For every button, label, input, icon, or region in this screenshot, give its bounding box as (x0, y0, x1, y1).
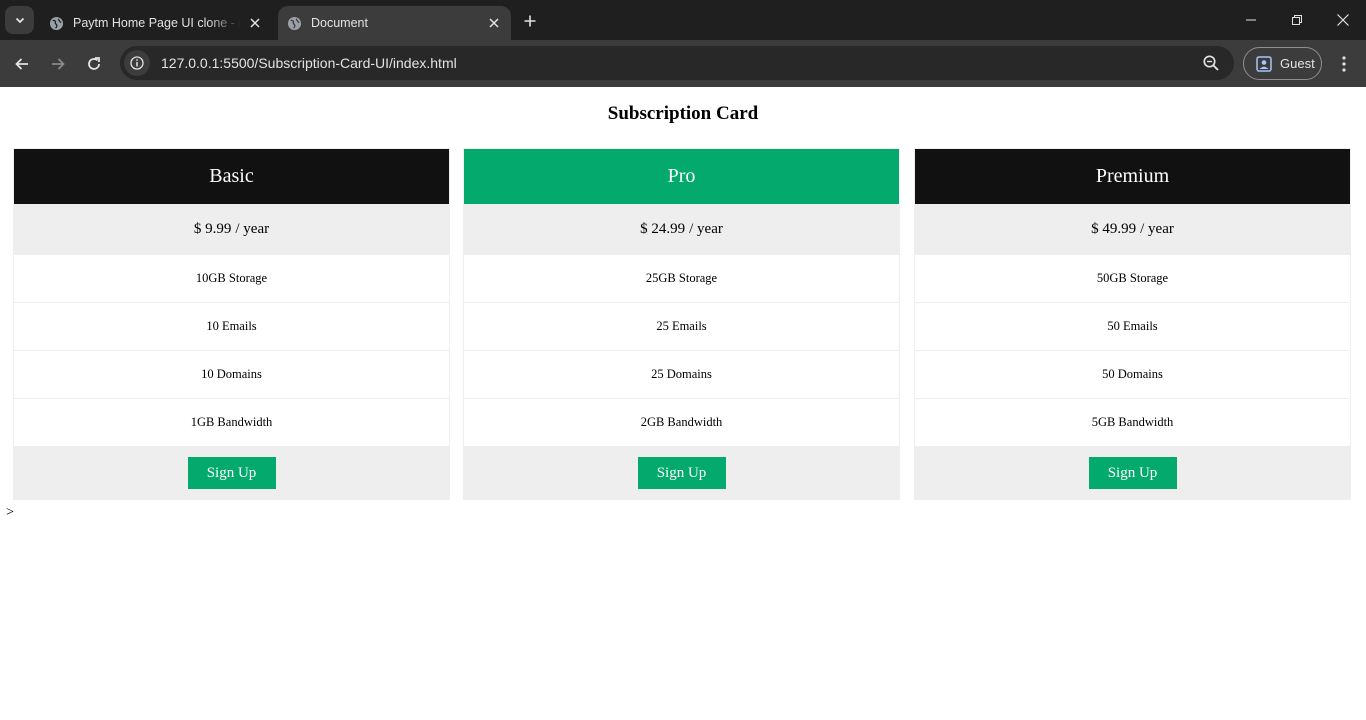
close-icon (1337, 14, 1349, 26)
feature-bandwidth: 5GB Bandwidth (915, 399, 1350, 447)
info-icon (130, 56, 144, 70)
feature-storage: 50GB Storage (915, 255, 1350, 303)
plan-period: / year (689, 221, 723, 237)
plan-price-row: $ 24.99 / year (464, 204, 899, 255)
plan-name: Premium (915, 149, 1350, 204)
browser-tab-strip: Paytm Home Page UI clone - by Document (0, 0, 1366, 40)
globe-icon (287, 16, 302, 30)
page-title: Subscription Card (607, 103, 759, 124)
plan-price-row: $ 9.99 / year (14, 204, 449, 255)
plan-name: Basic (14, 149, 449, 204)
feature-storage: 25GB Storage (464, 255, 899, 303)
tab-document[interactable]: Document (278, 6, 511, 40)
tab-search-button[interactable] (5, 6, 34, 34)
page-viewport: Subscription Card Basic $ 9.99 / year 10… (0, 87, 1366, 720)
person-icon (1256, 55, 1272, 72)
kebab-menu-icon (1342, 56, 1346, 72)
plan-name: Pro (464, 149, 899, 204)
feature-domains: 10 Domains (14, 351, 449, 399)
card-footer: Sign Up (14, 447, 449, 499)
plan-price: $ 9.99 (193, 221, 232, 237)
feature-bandwidth: 1GB Bandwidth (14, 399, 449, 447)
feature-emails: 10 Emails (14, 303, 449, 351)
chevron-down-icon (15, 17, 24, 24)
profile-label: Guest (1280, 56, 1315, 71)
plan-price: $ 49.99 (1091, 221, 1137, 237)
tab-title: Document (311, 16, 368, 30)
site-info-button[interactable] (124, 50, 150, 76)
reload-button[interactable] (80, 50, 108, 78)
plus-icon (524, 15, 536, 27)
sign-up-button[interactable]: Sign Up (187, 457, 276, 489)
restore-button[interactable] (1274, 0, 1320, 40)
url-text[interactable]: 127.0.0.1:5500/Subscription-Card-UI/inde… (161, 55, 457, 71)
plan-price-row: $ 49.99 / year (915, 204, 1350, 255)
card-footer: Sign Up (464, 447, 899, 499)
feature-bandwidth: 2GB Bandwidth (464, 399, 899, 447)
arrow-right-icon (52, 58, 65, 70)
url-path: :5500/Subscription-Card-UI/index.html (219, 55, 457, 71)
card-footer: Sign Up (915, 447, 1350, 499)
forward-button[interactable] (44, 50, 72, 78)
new-tab-button[interactable] (519, 10, 541, 32)
window-close-button[interactable] (1320, 0, 1366, 40)
address-bar[interactable]: 127.0.0.1:5500/Subscription-Card-UI/inde… (120, 46, 1234, 80)
plan-price: $ 24.99 (640, 221, 686, 237)
browser-toolbar: 127.0.0.1:5500/Subscription-Card-UI/inde… (0, 40, 1366, 87)
subscription-card-pro: Pro $ 24.99 / year 25GB Storage 25 Email… (463, 148, 900, 500)
zoom-icon[interactable] (1202, 54, 1220, 72)
feature-emails: 50 Emails (915, 303, 1350, 351)
stray-text: > (6, 505, 14, 520)
back-button[interactable] (8, 50, 36, 78)
close-icon[interactable] (486, 15, 502, 31)
globe-icon (49, 16, 64, 30)
sign-up-button[interactable]: Sign Up (637, 457, 726, 489)
feature-emails: 25 Emails (464, 303, 899, 351)
plan-period: / year (1140, 221, 1174, 237)
close-icon[interactable] (247, 15, 263, 31)
profile-button[interactable]: Guest (1243, 47, 1322, 80)
restore-icon (1292, 15, 1302, 25)
feature-storage: 10GB Storage (14, 255, 449, 303)
tab-title: Paytm Home Page UI clone - by (73, 16, 241, 30)
browser-menu-button[interactable] (1333, 50, 1355, 78)
feature-domains: 50 Domains (915, 351, 1350, 399)
arrow-left-icon (15, 58, 28, 70)
plan-period: / year (235, 221, 270, 237)
feature-domains: 25 Domains (464, 351, 899, 399)
minimize-button[interactable] (1228, 0, 1274, 40)
subscription-card-premium: Premium $ 49.99 / year 50GB Storage 50 E… (914, 148, 1351, 500)
url-host: 127.0.0.1 (161, 55, 220, 71)
tab-paytm-clone[interactable]: Paytm Home Page UI clone - by (40, 6, 272, 40)
sign-up-button[interactable]: Sign Up (1088, 457, 1177, 489)
subscription-card-basic: Basic $ 9.99 / year 10GB Storage 10 Emai… (13, 148, 450, 500)
minimize-icon (1246, 19, 1256, 21)
reload-icon (88, 57, 100, 70)
